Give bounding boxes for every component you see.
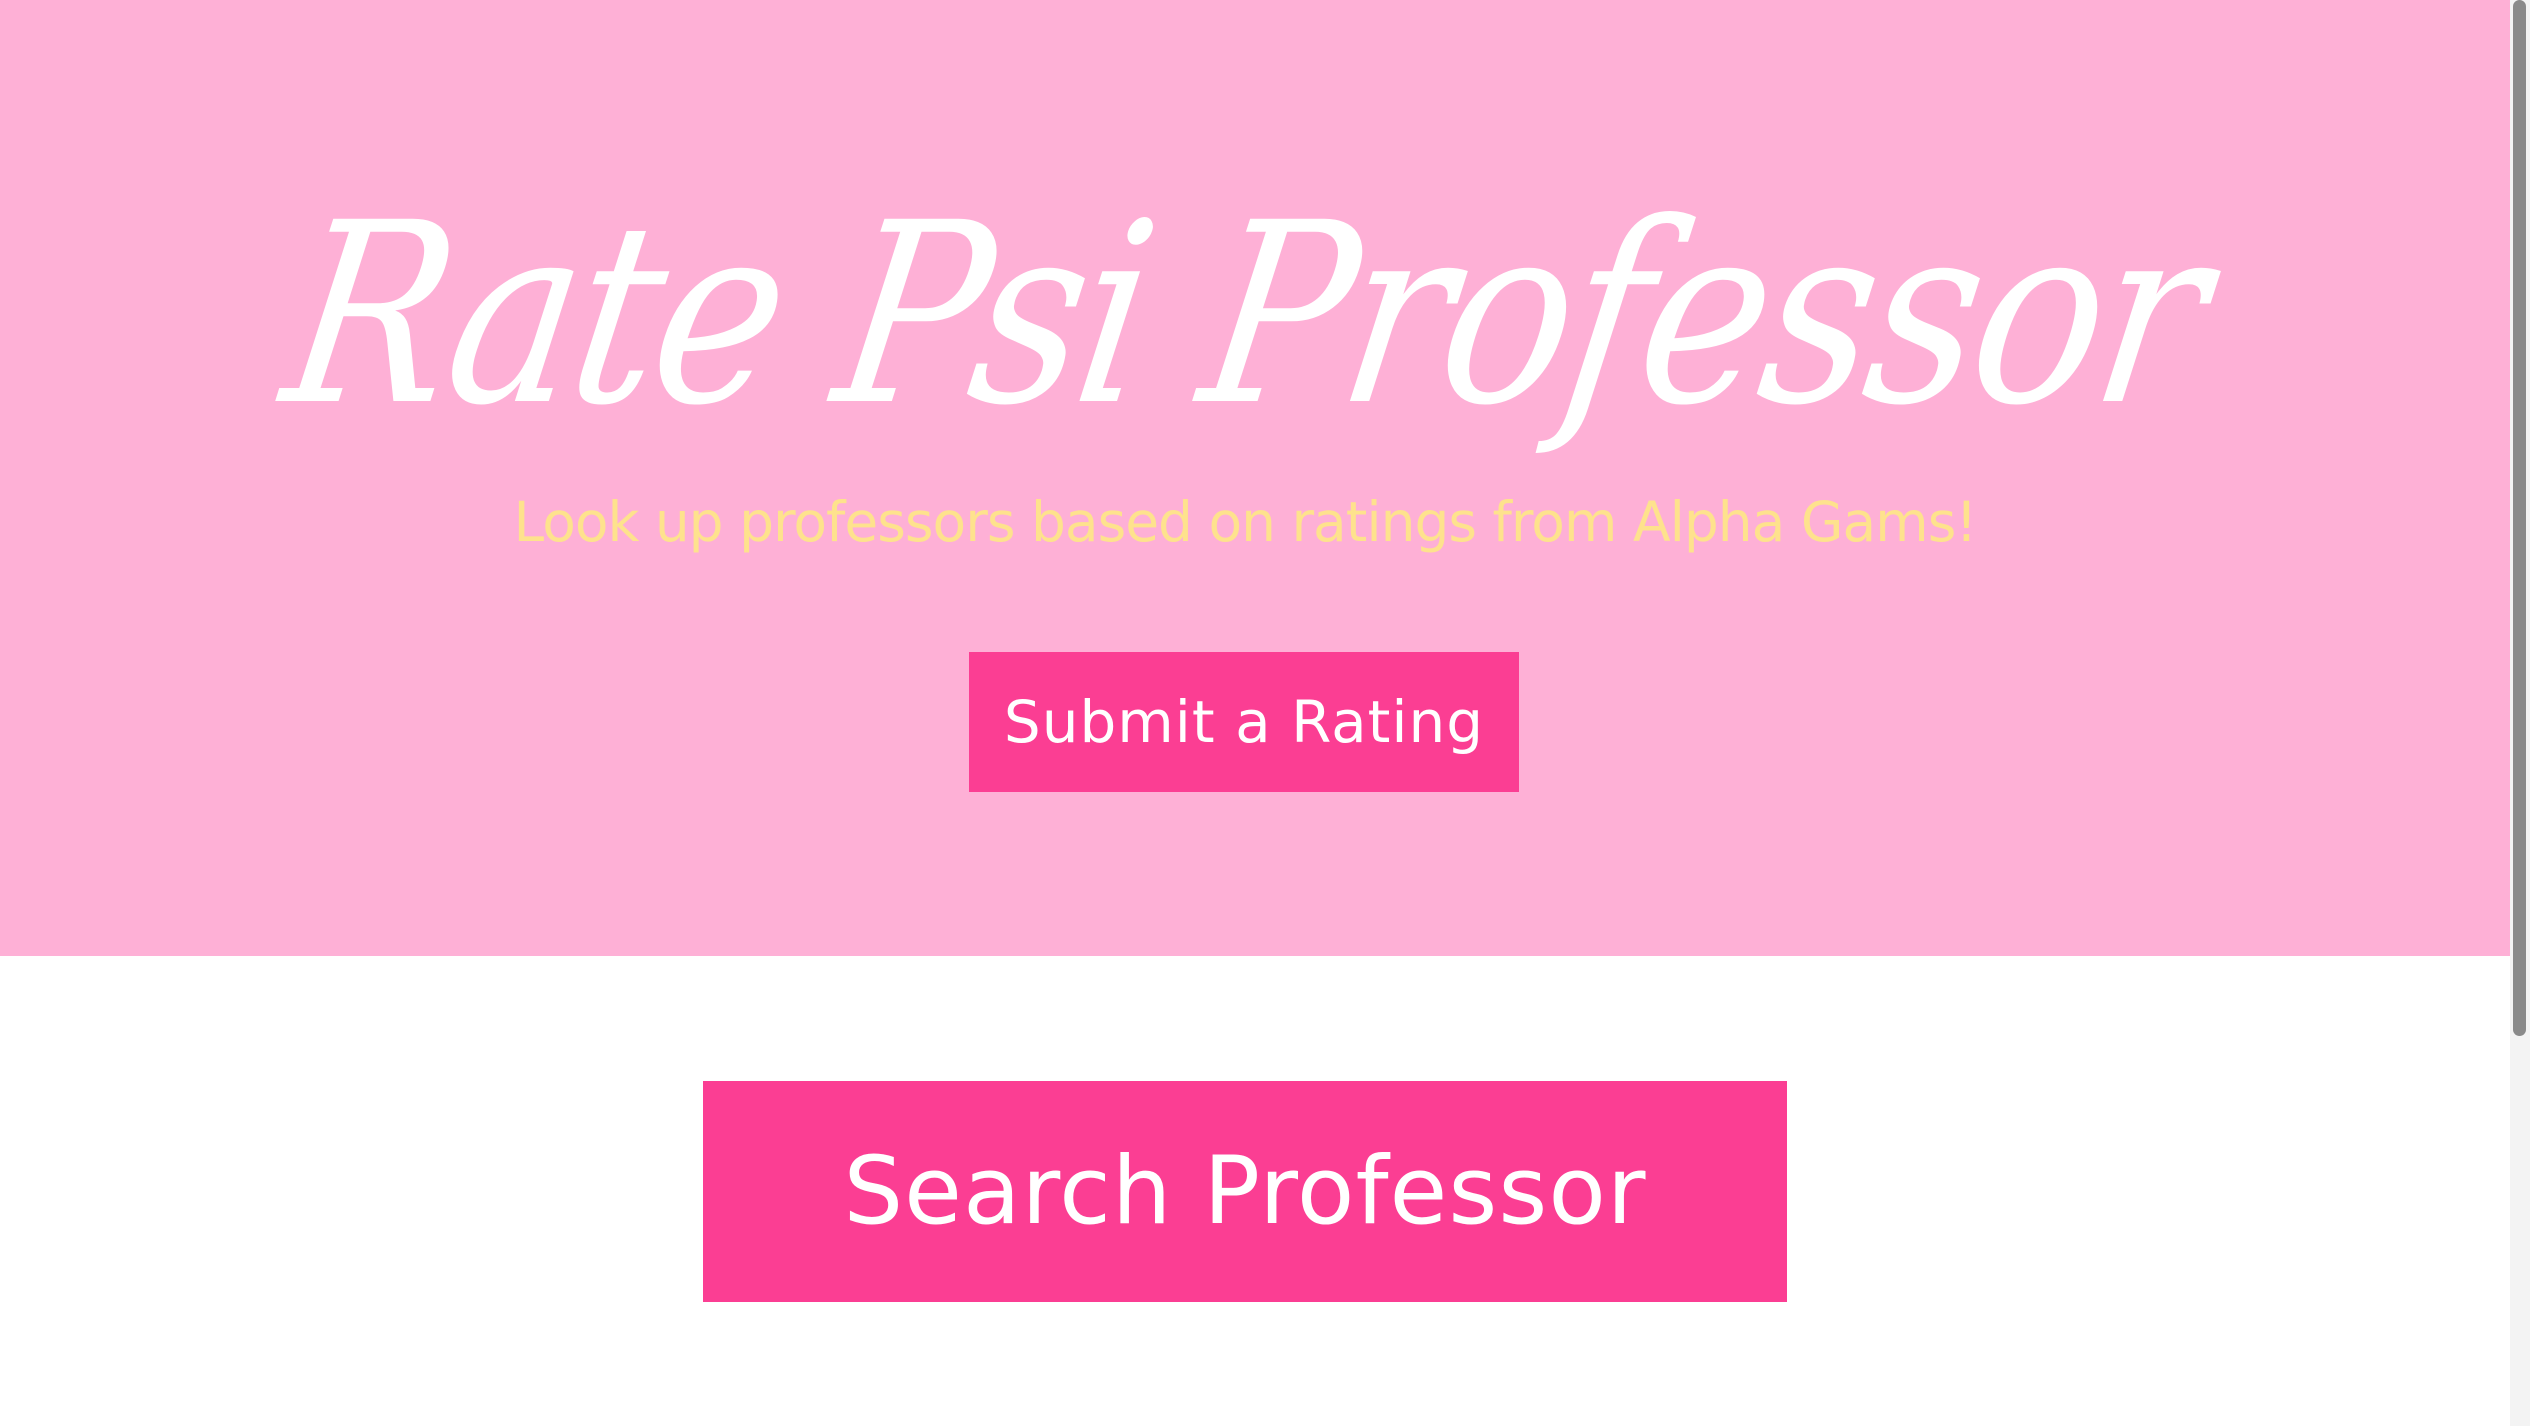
vertical-scrollbar[interactable] (2510, 0, 2530, 1426)
submit-rating-button[interactable]: Submit a Rating (969, 652, 1519, 792)
hero-banner: Rate Psi Professor Look up professors ba… (0, 0, 2510, 956)
scrollbar-thumb[interactable] (2513, 0, 2526, 1036)
site-title: Rate Psi Professor (269, 169, 2221, 460)
hero-subtitle: Look up professors based on ratings from… (513, 490, 1978, 554)
page: Rate Psi Professor Look up professors ba… (0, 0, 2530, 1426)
search-professor-button[interactable]: Search Professor (703, 1081, 1787, 1302)
